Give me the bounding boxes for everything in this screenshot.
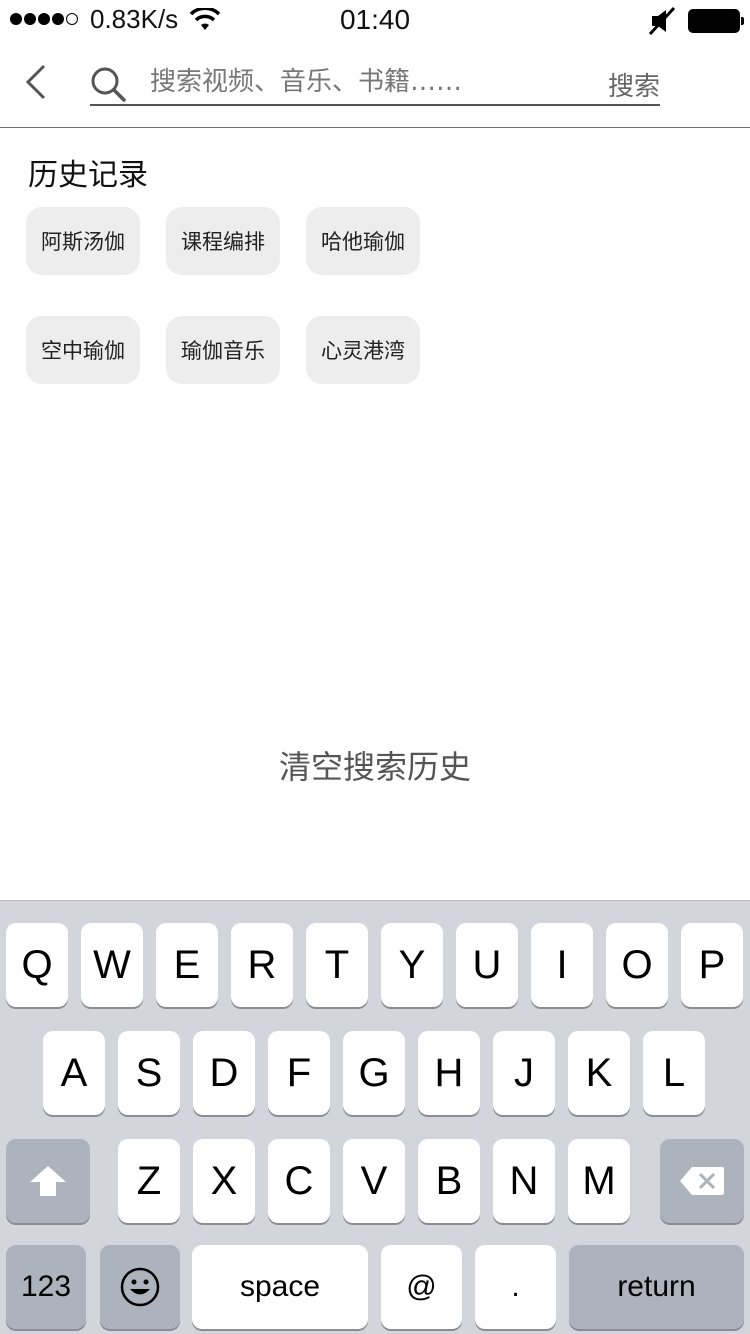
back-button[interactable]: [20, 62, 56, 102]
key-v[interactable]: V: [343, 1139, 405, 1223]
key-s[interactable]: S: [118, 1031, 180, 1115]
emoji-key[interactable]: [100, 1245, 180, 1329]
key-r[interactable]: R: [231, 923, 293, 1007]
return-key[interactable]: return: [569, 1245, 744, 1329]
history-tag[interactable]: 空中瑜伽: [26, 316, 140, 384]
mute-icon: [648, 6, 676, 40]
history-tag[interactable]: 阿斯汤伽: [26, 207, 140, 275]
search-input[interactable]: [150, 64, 550, 100]
key-l[interactable]: L: [643, 1031, 705, 1115]
key-o[interactable]: O: [606, 923, 668, 1007]
search-header: 搜索: [0, 40, 750, 128]
key-q[interactable]: Q: [6, 923, 68, 1007]
history-tag[interactable]: 瑜伽音乐: [166, 316, 280, 384]
clock: 01:40: [339, 4, 411, 35]
key-p[interactable]: P: [681, 923, 743, 1007]
key-a[interactable]: A: [43, 1031, 105, 1115]
key-n[interactable]: N: [493, 1139, 555, 1223]
history-title: 历史记录: [28, 158, 148, 193]
backspace-icon: [680, 1167, 724, 1195]
key-g[interactable]: G: [343, 1031, 405, 1115]
search-button[interactable]: 搜索: [608, 66, 660, 103]
key-u[interactable]: U: [456, 923, 518, 1007]
emoji-icon: [120, 1267, 160, 1307]
key-b[interactable]: B: [418, 1139, 480, 1223]
key-y[interactable]: Y: [381, 923, 443, 1007]
key-d[interactable]: D: [193, 1031, 255, 1115]
keyboard: Q W E R T Y U I O P A S D F G H J K L Z …: [0, 900, 750, 1334]
shift-icon: [30, 1166, 66, 1196]
key-w[interactable]: W: [81, 923, 143, 1007]
key-k[interactable]: K: [568, 1031, 630, 1115]
key-x[interactable]: X: [193, 1139, 255, 1223]
at-key[interactable]: @: [381, 1245, 462, 1329]
delete-key[interactable]: [660, 1139, 744, 1223]
space-key[interactable]: space: [192, 1245, 368, 1329]
search-bar: 搜索: [90, 60, 660, 106]
history-tag[interactable]: 哈他瑜伽: [306, 207, 420, 275]
history-tag[interactable]: 课程编排: [166, 207, 280, 275]
search-icon: [90, 66, 128, 108]
key-h[interactable]: H: [418, 1031, 480, 1115]
period-key[interactable]: .: [475, 1245, 556, 1329]
history-tag[interactable]: 心灵港湾: [306, 316, 420, 384]
shift-key[interactable]: [6, 1139, 90, 1223]
key-m[interactable]: M: [568, 1139, 630, 1223]
key-e[interactable]: E: [156, 923, 218, 1007]
clear-history-button[interactable]: 清空搜索历史: [0, 742, 750, 788]
key-f[interactable]: F: [268, 1031, 330, 1115]
chevron-left-icon: [25, 64, 46, 100]
key-i[interactable]: I: [531, 923, 593, 1007]
key-j[interactable]: J: [493, 1031, 555, 1115]
key-t[interactable]: T: [306, 923, 368, 1007]
key-c[interactable]: C: [268, 1139, 330, 1223]
numbers-key[interactable]: 123: [6, 1245, 86, 1329]
key-z[interactable]: Z: [118, 1139, 180, 1223]
battery-icon: [688, 9, 744, 33]
status-bar: 0.83K/s 01:40: [0, 0, 750, 40]
